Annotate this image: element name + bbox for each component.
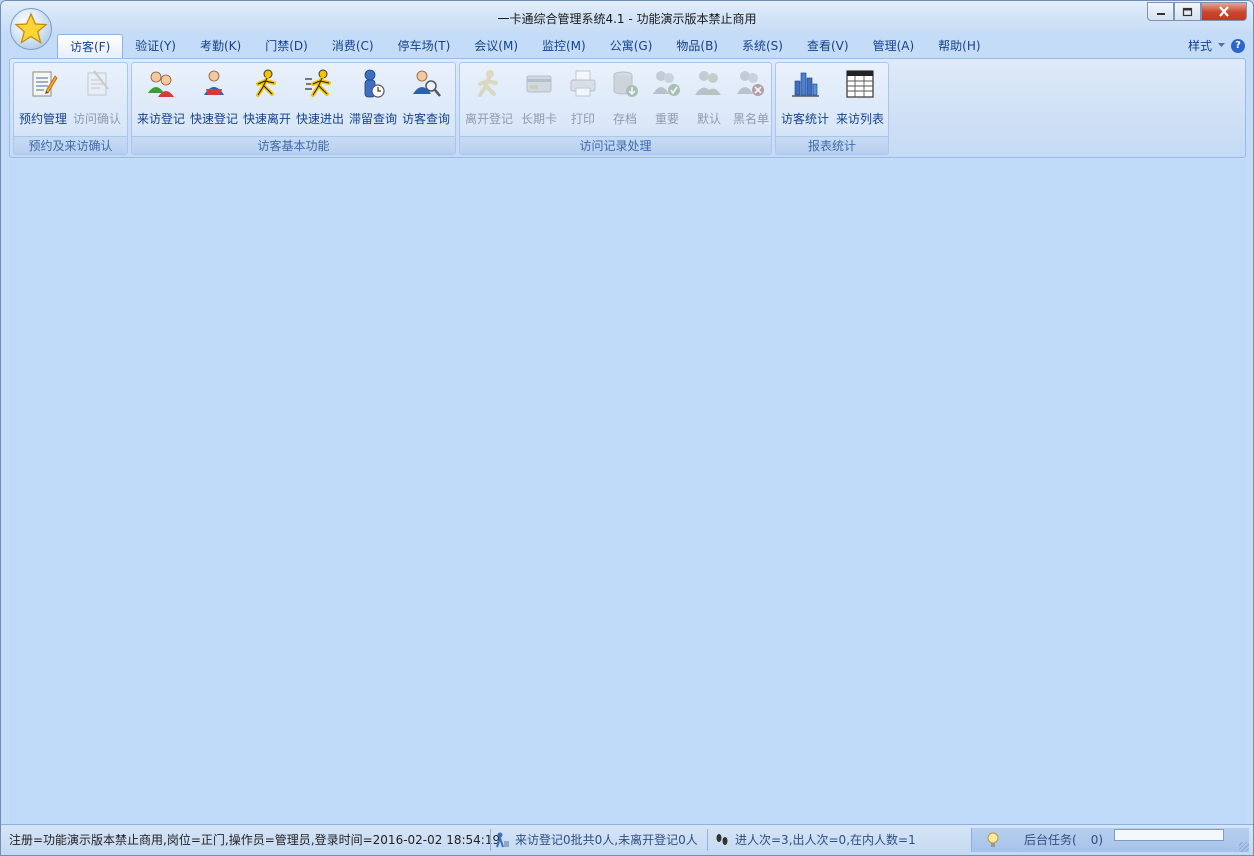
tab-visitor[interactable]: 访客(F) — [57, 34, 124, 58]
window-controls — [1147, 2, 1247, 21]
style-menu-label: 样式 — [1187, 39, 1212, 53]
overstay-query-button[interactable]: 滞留查询 — [346, 65, 400, 135]
statistics-label: 访客统计 — [780, 112, 829, 126]
quick-leave-icon — [256, 69, 276, 97]
tab-parking[interactable]: 停车场(T) — [386, 34, 463, 58]
leave-register-label: 离开登记 — [464, 112, 513, 126]
overstay-query-label: 滞留查询 — [348, 112, 397, 126]
lightbulb-icon — [987, 832, 999, 847]
tab-monitor[interactable]: 监控(M) — [530, 34, 598, 58]
app-window: 一卡通综合管理系统4.1 - 功能演示版本禁止商用 访客(F) 验证(Y) 考勤… — [0, 0, 1254, 856]
tasks-label: 后台任务( — [1024, 833, 1077, 847]
minimize-button[interactable] — [1147, 2, 1174, 21]
group-appointment: 预约管理 访问确认 预约及来访确认 — [13, 62, 128, 155]
visitor-query-label: 访客查询 — [401, 112, 450, 126]
group-visitor-basic: 来访登记 快速登记 快速离开 快速进出 滞留查询 访客查询 访客基本功能 — [131, 62, 456, 155]
blacklist-icon — [737, 71, 764, 96]
long-term-card-icon — [526, 75, 552, 93]
appointment-label: 预约管理 — [18, 112, 67, 126]
visit-list-button[interactable]: 来访列表 — [833, 65, 887, 135]
visitor-query-button[interactable]: 访客查询 — [399, 65, 453, 135]
quick-inout-icon — [305, 69, 331, 97]
quick-inout-label: 快速进出 — [295, 112, 344, 126]
group-label-reports: 报表统计 — [776, 136, 888, 154]
visitor-query-icon — [413, 70, 441, 97]
status-divider — [707, 829, 708, 851]
application-menu-button[interactable] — [10, 8, 52, 50]
leave-register-button[interactable]: 离开登记 — [462, 65, 516, 135]
group-record-processing: 离开登记 长期卡 打印 存档 重要 默认 黑名单 访问记录处理 — [459, 62, 772, 155]
tab-help[interactable]: 帮助(H) — [926, 34, 992, 58]
help-icon[interactable]: ? — [1231, 38, 1245, 53]
appointment-button[interactable]: 预约管理 — [16, 65, 70, 135]
default-icon — [695, 71, 721, 95]
workspace — [9, 160, 1246, 824]
chevron-down-icon — [1218, 43, 1225, 47]
tab-meeting[interactable]: 会议(M) — [462, 34, 530, 58]
status-divider — [490, 829, 491, 851]
tab-goods[interactable]: 物品(B) — [664, 34, 730, 58]
confirm-visit-label: 访问确认 — [72, 112, 121, 126]
overstay-query-icon — [364, 69, 385, 98]
statistics-button[interactable]: 访客统计 — [778, 65, 832, 135]
visitor-register-label: 来访登记 — [136, 112, 185, 126]
quick-register-icon — [204, 70, 224, 95]
tab-verify[interactable]: 验证(Y) — [123, 34, 188, 58]
status-counts: 进人次=3,出人次=0,在内人数=1 — [713, 828, 916, 852]
menu-tabs: 访客(F) 验证(Y) 考勤(K) 门禁(D) 消费(C) 停车场(T) 会议(… — [57, 34, 993, 58]
quick-register-button[interactable]: 快速登记 — [187, 65, 241, 135]
footprints-icon — [716, 834, 728, 845]
confirm-visit-icon — [87, 70, 109, 96]
close-icon — [1219, 6, 1229, 17]
quick-leave-button[interactable]: 快速离开 — [240, 65, 294, 135]
ribbon: 预约管理 访问确认 预约及来访确认 来访登记 快速登记 快速离开 快速进出 滞留… — [9, 58, 1246, 158]
blacklist-button[interactable]: 黑名单 — [724, 65, 778, 135]
style-menu[interactable]: 样式 ? — [1188, 37, 1245, 54]
task-progress-bar — [1114, 829, 1224, 841]
important-icon — [653, 71, 680, 96]
star-icon — [14, 12, 48, 44]
status-bar: 注册=功能演示版本禁止商用,岗位=正门,操作员=管理员,登录时间=2016-02… — [1, 824, 1253, 855]
tab-apartment[interactable]: 公寓(G) — [598, 34, 665, 58]
restore-button[interactable] — [1174, 2, 1201, 21]
leave-register-icon — [478, 70, 498, 97]
confirm-visit-button[interactable]: 访问确认 — [70, 65, 124, 135]
tab-consumption[interactable]: 消费(C) — [320, 34, 386, 58]
group-reports: 访客统计 来访列表 报表统计 — [775, 62, 889, 155]
blacklist-label: 黑名单 — [732, 112, 769, 126]
statistics-chart-icon — [792, 72, 819, 97]
restore-icon — [1182, 7, 1193, 16]
tasks-count: 0) — [1090, 833, 1104, 847]
tab-access-control[interactable]: 门禁(D) — [253, 34, 320, 58]
tab-view[interactable]: 查看(V) — [795, 34, 861, 58]
minimize-icon — [1156, 12, 1165, 15]
quick-leave-label: 快速离开 — [242, 112, 291, 126]
tab-manage[interactable]: 管理(A) — [861, 34, 927, 58]
status-session: 注册=功能演示版本禁止商用,岗位=正门,操作员=管理员,登录时间=2016-02… — [9, 833, 501, 847]
visitor-register-icon — [148, 71, 174, 97]
visitor-stat-icon — [496, 832, 509, 848]
visit-list-label: 来访列表 — [835, 112, 884, 126]
status-counts-text: 进人次=3,出人次=0,在内人数=1 — [735, 833, 916, 847]
group-label-appointment: 预约及来访确认 — [14, 136, 127, 154]
window-title: 一卡通综合管理系统4.1 - 功能演示版本禁止商用 — [497, 12, 757, 26]
group-label-visitor-basic: 访客基本功能 — [132, 136, 455, 154]
quick-inout-button[interactable]: 快速进出 — [293, 65, 347, 135]
close-button[interactable] — [1201, 2, 1247, 21]
quick-register-label: 快速登记 — [189, 112, 238, 126]
tab-attendance[interactable]: 考勤(K) — [188, 34, 253, 58]
tab-system[interactable]: 系统(S) — [730, 34, 795, 58]
group-label-record-processing: 访问记录处理 — [460, 136, 771, 154]
resize-grip[interactable] — [1239, 842, 1249, 852]
status-visits-text: 来访登记0批共0人,未离开登记0人 — [515, 833, 698, 847]
title-bar[interactable]: 一卡通综合管理系统4.1 - 功能演示版本禁止商用 — [1, 1, 1253, 33]
archive-icon — [613, 71, 638, 97]
visit-list-icon — [846, 70, 874, 98]
print-icon — [570, 70, 596, 97]
visitor-register-button[interactable]: 来访登记 — [134, 65, 188, 135]
appointment-icon — [32, 71, 58, 97]
status-visits: 来访登记0批共0人,未离开登记0人 — [493, 828, 698, 852]
